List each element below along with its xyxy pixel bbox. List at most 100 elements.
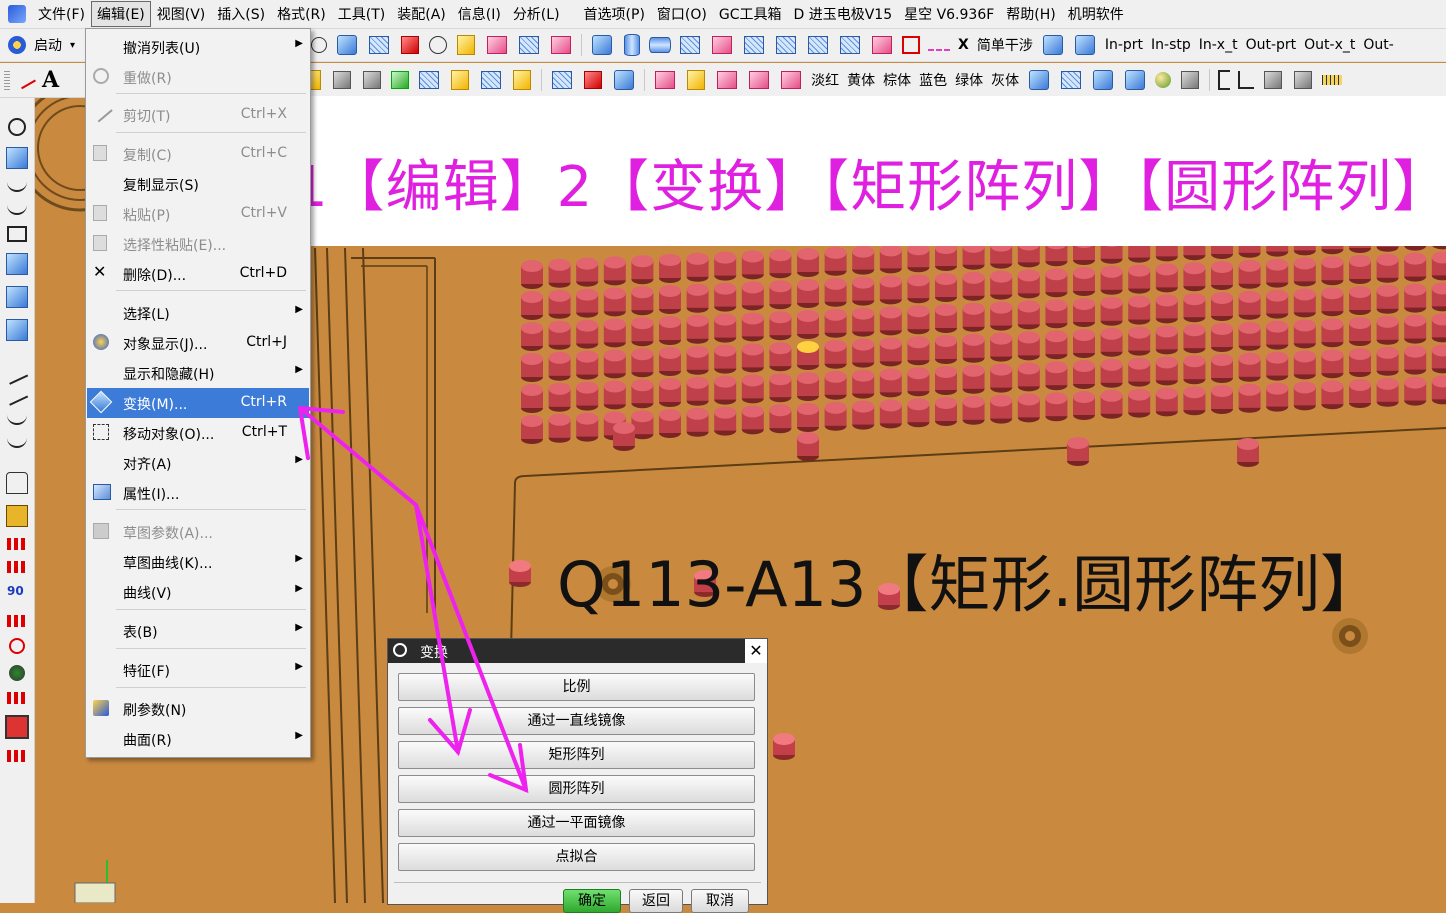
copy-array-icon[interactable] xyxy=(7,615,27,627)
edit-menu-item-7[interactable]: ✕ 删除(D)... Ctrl+D xyxy=(87,259,309,289)
rotate-90-icon[interactable]: 90 xyxy=(7,584,27,604)
pad-icon[interactable] xyxy=(419,71,440,89)
front-view-icon[interactable] xyxy=(1125,70,1146,90)
tube-icon[interactable] xyxy=(649,37,672,53)
extrude-side-icon[interactable] xyxy=(6,253,28,275)
unite-icon[interactable] xyxy=(655,71,676,89)
axis-icon[interactable]: X xyxy=(954,37,973,53)
shell-icon[interactable] xyxy=(513,70,532,90)
point-fit-button[interactable]: 点拟合 xyxy=(398,843,755,871)
spline-icon[interactable] xyxy=(7,203,27,215)
circular-array-button[interactable]: 圆形阵列 xyxy=(398,775,755,803)
brush-icon[interactable] xyxy=(6,472,28,494)
edit-menu-item-17[interactable]: 曲线(V) ▶ xyxy=(87,577,309,607)
menu-item-13[interactable]: 星空 V6.936F xyxy=(898,1,1000,27)
swept-icon[interactable] xyxy=(840,36,861,54)
edit-menu-item-8[interactable]: 选择(L) ▶ xyxy=(87,298,309,328)
toolbar-grip[interactable] xyxy=(4,70,10,90)
cylinder-icon[interactable] xyxy=(624,34,641,56)
intersect-icon[interactable] xyxy=(717,71,738,89)
menu-item-0[interactable]: 文件(F) xyxy=(32,1,91,27)
sew-icon[interactable] xyxy=(781,71,802,89)
grid-dots-icon[interactable] xyxy=(7,692,27,704)
iso-view-icon[interactable] xyxy=(1093,70,1114,90)
edit-menu-item-19[interactable]: 特征(F) ▶ xyxy=(87,655,309,685)
shaded-view-icon[interactable] xyxy=(1029,70,1050,90)
in-prt-button[interactable]: In-prt xyxy=(1101,37,1147,53)
line-icon[interactable] xyxy=(5,367,29,385)
in-stp-button[interactable]: In-stp xyxy=(1147,37,1195,53)
close-icon[interactable]: ✕ xyxy=(745,639,767,663)
cancel-button[interactable]: 取消 xyxy=(691,889,749,913)
surface-icon[interactable] xyxy=(6,147,28,169)
mesh-surface-icon[interactable] xyxy=(680,36,701,54)
book-icon[interactable] xyxy=(1042,35,1063,55)
edit-menu-item-12[interactable]: 移动对象(O)... Ctrl+T xyxy=(87,418,309,448)
ruler-icon[interactable] xyxy=(1322,75,1343,85)
menu-item-15[interactable]: 机明软件 xyxy=(1062,1,1130,27)
mirror-through-line-button[interactable]: 通过一直线镜像 xyxy=(398,707,755,735)
boss-icon[interactable] xyxy=(363,71,382,89)
ruled-surface-icon[interactable] xyxy=(744,36,765,54)
offset-curve-icon[interactable] xyxy=(7,413,27,425)
edit-menu-item-11[interactable]: 变换(M)... Ctrl+R xyxy=(87,388,309,418)
menu-item-9[interactable]: 首选项(P) xyxy=(578,1,651,27)
text-tool-icon[interactable] xyxy=(401,36,420,54)
split-icon[interactable] xyxy=(749,71,770,89)
angle-icon[interactable] xyxy=(1238,71,1255,89)
menu-item-3[interactable]: 插入(S) xyxy=(211,1,271,27)
cylinder-yellow-icon[interactable] xyxy=(457,35,476,55)
color-green-button[interactable]: 绿体 xyxy=(951,70,987,90)
edit-menu-item-4[interactable]: 复制显示(S) xyxy=(87,169,309,199)
edit-menu-item-9[interactable]: 对象显示(J)... Ctrl+J xyxy=(87,328,309,358)
scale-button[interactable]: 比例 xyxy=(398,673,755,701)
menu-item-2[interactable]: 视图(V) xyxy=(151,1,212,27)
pattern-dots-icon[interactable] xyxy=(7,750,27,762)
edit-menu-item-20[interactable]: 刷参数(N) xyxy=(87,694,309,724)
text-a-icon[interactable]: A xyxy=(38,67,63,93)
edit-menu-item-10[interactable]: 显示和隐藏(H) ▶ xyxy=(87,358,309,388)
bridge-curve-icon[interactable] xyxy=(7,436,27,448)
cube-red-icon[interactable] xyxy=(584,71,603,89)
plane-icon[interactable] xyxy=(1264,71,1283,89)
edit-menu-item-21[interactable]: 曲面(R) ▶ xyxy=(87,724,309,754)
edit-menu-item-13[interactable]: 对齐(A) ▶ xyxy=(87,448,309,478)
point-icon[interactable] xyxy=(928,39,951,51)
rectangular-array-button[interactable]: 矩形阵列 xyxy=(398,741,755,769)
menu-item-7[interactable]: 信息(I) xyxy=(452,1,507,27)
array-circle-icon[interactable] xyxy=(7,561,27,573)
menu-item-12[interactable]: D 进玉电极V15 xyxy=(788,1,899,27)
edit-menu-item-14[interactable]: 属性(I)... xyxy=(87,478,309,508)
groove-icon[interactable] xyxy=(481,71,502,89)
circle-tool-icon[interactable] xyxy=(311,37,328,53)
menu-item-11[interactable]: GC工具箱 xyxy=(713,1,788,27)
section-icon[interactable] xyxy=(1181,71,1200,89)
curve-icon[interactable] xyxy=(7,180,27,192)
color-gray-button[interactable]: 灰体 xyxy=(987,70,1023,90)
out-xt-button[interactable]: Out-x_t xyxy=(1300,37,1359,53)
pattern-icon[interactable] xyxy=(552,71,573,89)
start-icon[interactable] xyxy=(8,36,26,54)
hole-icon[interactable] xyxy=(333,71,352,89)
dialog-titlebar[interactable]: 变换 ✕ xyxy=(388,639,767,663)
crosshair-icon[interactable] xyxy=(902,36,921,54)
ok-button[interactable]: 确定 xyxy=(563,889,621,913)
pocket-icon[interactable] xyxy=(391,71,410,89)
text-box-icon[interactable] xyxy=(5,715,29,739)
slot-icon[interactable] xyxy=(451,70,470,90)
menu-item-6[interactable]: 装配(A) xyxy=(391,1,452,27)
simple-interference-button[interactable]: 简单干涉 xyxy=(973,35,1037,55)
menu-item-4[interactable]: 格式(R) xyxy=(271,1,332,27)
menu-item-14[interactable]: 帮助(H) xyxy=(1000,1,1061,27)
edit-menu-item-18[interactable]: 表(B) ▶ xyxy=(87,616,309,646)
edit-menu-item-16[interactable]: 草图曲线(K)... ▶ xyxy=(87,547,309,577)
rotate-icon[interactable] xyxy=(337,35,358,55)
dropdown-arrow-icon[interactable]: ▾ xyxy=(66,40,79,51)
scissors-icon[interactable] xyxy=(9,638,25,654)
through-curves-icon[interactable] xyxy=(776,36,797,54)
menu-item-5[interactable]: 工具(T) xyxy=(332,1,391,27)
box-pink-icon[interactable] xyxy=(487,36,508,54)
trim-icon[interactable] xyxy=(872,36,893,54)
menu-item-10[interactable]: 窗口(O) xyxy=(651,1,713,27)
book-open-icon[interactable] xyxy=(6,505,28,527)
